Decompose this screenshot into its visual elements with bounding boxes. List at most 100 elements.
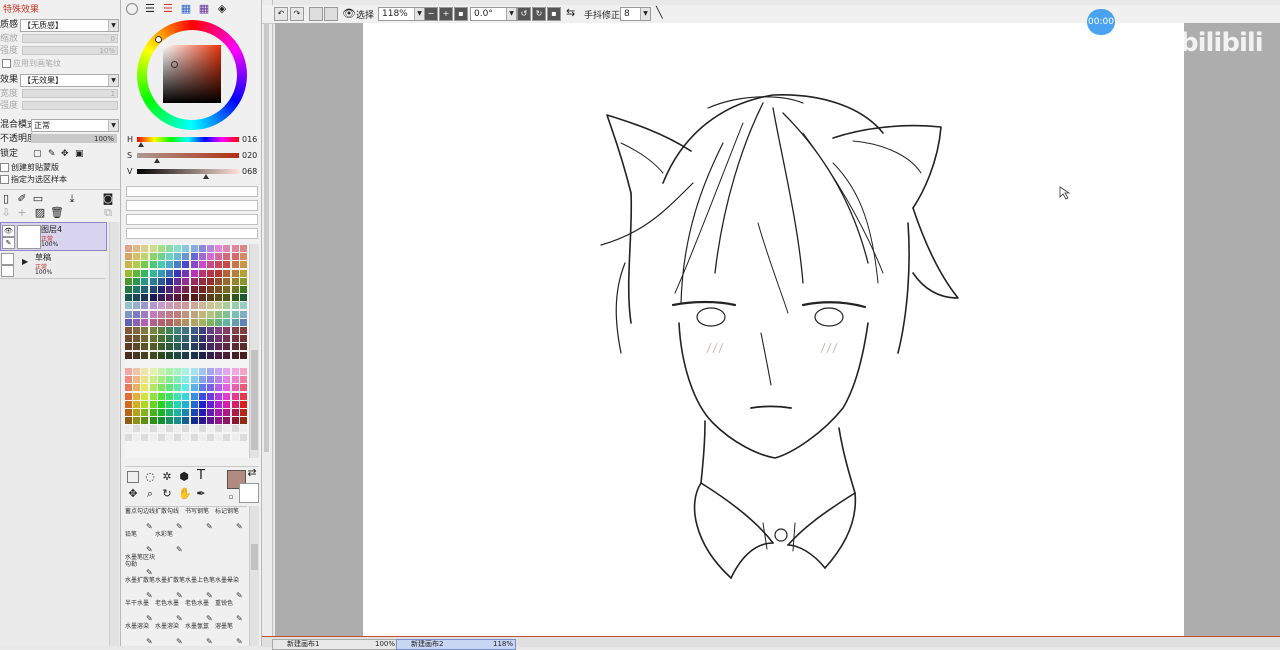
color-swatch[interactable] (231, 400, 239, 408)
color-swatch[interactable] (190, 425, 198, 433)
color-swatch[interactable] (198, 425, 206, 433)
texture-select[interactable]: 【无质感】 ▼ (20, 19, 119, 32)
scale-slider[interactable]: 0 (22, 34, 118, 43)
width-slider[interactable]: 1 (22, 89, 118, 98)
color-swatch[interactable] (207, 376, 214, 384)
color-swatch[interactable] (190, 376, 198, 384)
color-swatch[interactable] (198, 302, 206, 310)
color-swatch[interactable] (166, 433, 173, 441)
color-swatch[interactable] (190, 335, 198, 343)
color-swatch[interactable] (125, 392, 132, 400)
eye-icon[interactable] (1, 253, 14, 265)
color-swatch[interactable] (190, 286, 198, 293)
color-swatch[interactable] (166, 269, 173, 277)
color-swatch[interactable] (174, 368, 182, 375)
color-swatch[interactable] (182, 261, 190, 269)
color-swatch[interactable] (223, 327, 231, 334)
color-swatch[interactable] (149, 417, 157, 425)
rotate-select[interactable]: 0.0° ▼ (470, 7, 517, 21)
color-swatch[interactable] (231, 327, 239, 334)
opacity-slider[interactable]: 100% (31, 134, 117, 143)
zoom-icon[interactable]: ⌕ (144, 488, 156, 500)
brush-slot[interactable]: 书写钢笔 ✎ (185, 508, 215, 532)
color-swatch[interactable] (174, 425, 182, 433)
color-swatch[interactable] (133, 376, 141, 384)
color-swatch[interactable] (174, 310, 182, 318)
color-swatch[interactable] (133, 310, 141, 318)
brush-slot[interactable]: 水彩笔 ✎ (155, 531, 185, 555)
brush-slot[interactable]: 水墨扩散笔 ✎ (125, 577, 155, 601)
color-swatch[interactable] (239, 277, 247, 285)
color-swatch[interactable] (125, 376, 132, 384)
color-swatch[interactable] (239, 376, 247, 384)
color-swatch[interactable] (223, 433, 231, 441)
eyedropper-icon[interactable]: ✒ (195, 488, 207, 500)
color-swatch[interactable] (149, 392, 157, 400)
color-swatch[interactable] (125, 286, 132, 293)
color-swatch[interactable] (149, 269, 157, 277)
color-swatch[interactable] (239, 343, 247, 351)
new-layer-icon[interactable]: ▯ (0, 193, 12, 205)
color-swatch[interactable] (149, 343, 157, 351)
h-slider-thumb[interactable] (138, 142, 145, 147)
color-swatch[interactable] (141, 409, 149, 416)
color-swatch[interactable] (198, 433, 206, 441)
color-swatch[interactable] (141, 277, 149, 285)
zoom-in-icon[interactable]: + (439, 7, 453, 21)
color-swatch[interactable] (182, 376, 190, 384)
color-swatch[interactable] (182, 400, 190, 408)
color-swatch[interactable] (157, 335, 165, 343)
brush-slot[interactable] (215, 554, 245, 578)
color-swatch[interactable] (149, 318, 157, 326)
brush-slot[interactable]: 铅笔 ✎ (125, 531, 155, 555)
text-tool-icon[interactable]: T (195, 469, 207, 482)
line-tool-icon[interactable]: ╲ (656, 6, 663, 19)
color-swatch[interactable] (198, 245, 206, 252)
color-swatch[interactable] (239, 302, 247, 310)
color-swatch[interactable] (198, 376, 206, 384)
color-swatch[interactable] (125, 310, 132, 318)
rgb-slider-tab-icon[interactable]: ☰ (144, 3, 156, 15)
color-swatch[interactable] (149, 335, 157, 343)
brush-slot[interactable]: 水墨上色笔 ✎ (185, 577, 215, 601)
merge-all-icon[interactable]: + (16, 207, 28, 219)
color-swatch[interactable] (133, 417, 141, 425)
color-swatch[interactable] (231, 318, 239, 326)
brush-slot[interactable]: 水墨氤氲 ✎ (185, 623, 215, 647)
color-swatch[interactable] (223, 253, 231, 261)
color-swatch[interactable] (231, 253, 239, 261)
v-slider[interactable] (137, 169, 239, 174)
new-vector-layer-icon[interactable]: ✐ (16, 193, 28, 205)
brush-slot[interactable]: 溶墨笔 ✎ (215, 623, 245, 647)
color-swatch[interactable] (174, 343, 182, 351)
color-swatch[interactable] (157, 318, 165, 326)
color-swatch[interactable] (207, 310, 214, 318)
zoom-select[interactable]: 118% ▼ (378, 7, 425, 21)
undo-icon[interactable]: ↶ (274, 7, 288, 21)
color-swatch[interactable] (207, 335, 214, 343)
color-swatch[interactable] (215, 294, 223, 302)
color-swatch[interactable] (133, 245, 141, 252)
color-swatch[interactable] (157, 425, 165, 433)
color-swatch[interactable] (174, 384, 182, 392)
color-swatch[interactable] (198, 310, 206, 318)
color-swatch[interactable] (231, 368, 239, 375)
color-swatch[interactable] (239, 286, 247, 293)
color-swatch[interactable] (149, 351, 157, 359)
color-swatch[interactable] (133, 277, 141, 285)
color-swatch[interactable] (141, 425, 149, 433)
brush-slot[interactable]: 老色水墨 ✎ (155, 600, 185, 624)
color-swatch[interactable] (166, 425, 173, 433)
hsv-slider-tab-icon[interactable]: ☰ (162, 3, 174, 15)
color-swatch[interactable] (223, 392, 231, 400)
color-swatch[interactable] (125, 294, 132, 302)
brush-slot[interactable]: 水墨晕染 ✎ (215, 577, 245, 601)
folder-expand-icon[interactable]: ▶ (22, 257, 28, 266)
color-swatch[interactable] (125, 261, 132, 269)
merge-down-icon[interactable]: ⇩ (0, 207, 12, 219)
color-swatch[interactable] (174, 376, 182, 384)
color-swatch[interactable] (166, 384, 173, 392)
color-swatch[interactable] (207, 302, 214, 310)
color-swatch[interactable] (157, 310, 165, 318)
color-swatch[interactable] (239, 409, 247, 416)
